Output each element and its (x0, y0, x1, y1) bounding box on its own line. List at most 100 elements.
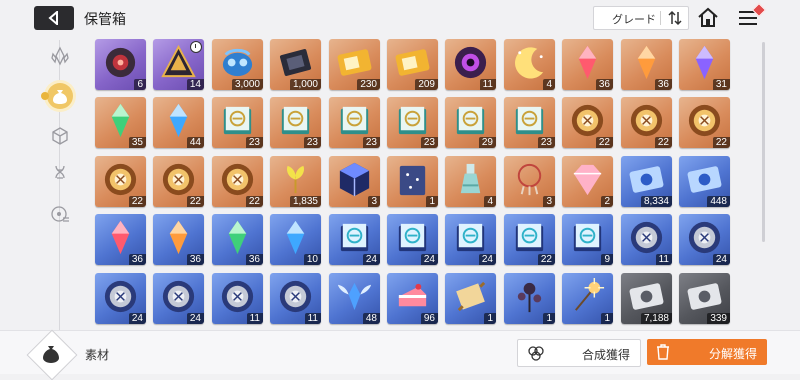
item-quantity: 1 (601, 313, 613, 324)
inventory-slot[interactable]: 11 (445, 39, 496, 90)
inventory-slot[interactable]: 23 (504, 97, 555, 148)
decompose-acquire-button[interactable]: 分解獲得 (647, 339, 767, 365)
inventory-slot[interactable]: 1 (562, 273, 613, 324)
inventory-slot[interactable]: 36 (95, 214, 146, 265)
inventory-slot[interactable]: 48 (329, 273, 380, 324)
item-quantity: 44 (186, 137, 204, 148)
inventory-slot[interactable]: 11 (212, 273, 263, 324)
inventory-slot[interactable]: 1 (504, 273, 555, 324)
inventory-slot[interactable]: 1,000 (270, 39, 321, 90)
inventory-slot[interactable]: 24 (679, 214, 730, 265)
gold-ticket-icon (337, 49, 372, 76)
item-quantity: 22 (537, 254, 555, 265)
inventory-slot[interactable]: 22 (562, 97, 613, 148)
item-quantity: 22 (186, 196, 204, 207)
disc-icon (51, 206, 69, 222)
inventory-slot[interactable]: 22 (153, 156, 204, 207)
inventory-slot[interactable]: 23 (387, 97, 438, 148)
crystal-icon (51, 46, 69, 66)
inventory-slot[interactable]: 24 (445, 214, 496, 265)
inventory-slot[interactable]: 2 (562, 156, 613, 207)
back-button[interactable] (34, 6, 74, 30)
back-arrow-icon (48, 11, 58, 25)
flower-icon (517, 282, 542, 313)
item-quantity: 3,000 (231, 79, 263, 90)
inventory-slot[interactable]: 9 (562, 214, 613, 265)
compose-acquire-button[interactable]: 合成獲得 (517, 339, 641, 367)
item-quantity: 1,835 (289, 196, 321, 207)
blue-medal-icon (104, 280, 137, 313)
inventory-slot[interactable]: 22 (679, 97, 730, 148)
inventory-slot[interactable]: 22 (504, 214, 555, 265)
inventory-slot[interactable]: 10 (270, 214, 321, 265)
inventory-slot[interactable]: 339 (679, 273, 730, 324)
inventory-slot[interactable]: 11 (270, 273, 321, 324)
inventory-slot[interactable]: 36 (562, 39, 613, 90)
divider (660, 11, 661, 25)
inventory-slot[interactable]: 24 (95, 273, 146, 324)
inventory-slot[interactable]: 1 (445, 273, 496, 324)
inventory-slot[interactable]: 31 (679, 39, 730, 90)
inventory-slot[interactable]: 36 (153, 214, 204, 265)
inventory-slot[interactable]: 29 (445, 97, 496, 148)
compose-acquire-label: 合成獲得 (581, 348, 630, 362)
pink-gem-icon (573, 164, 602, 196)
inventory-slot[interactable]: 1 (387, 156, 438, 207)
inventory-slot[interactable]: 23 (270, 97, 321, 148)
inventory-slot[interactable]: 8,334 (621, 156, 672, 207)
pouch-icon-bubble (47, 83, 73, 109)
inventory-slot[interactable]: 14 (153, 39, 204, 90)
inventory-slot[interactable]: 22 (621, 97, 672, 148)
inventory-slot[interactable]: 36 (212, 214, 263, 265)
inventory-slot[interactable]: 22 (95, 156, 146, 207)
inventory-slot[interactable]: 35 (95, 97, 146, 148)
gear-medal-icon (688, 104, 721, 137)
inventory-slot[interactable]: 3 (504, 156, 555, 207)
sidebar-item-crystal[interactable] (46, 42, 74, 70)
inventory-slot[interactable]: 6 (95, 39, 146, 90)
blue-medal-icon (630, 221, 663, 254)
item-quantity: 29 (478, 137, 496, 148)
dark-core-icon (105, 47, 136, 78)
inventory-slot[interactable]: 24 (329, 214, 380, 265)
inventory-slot[interactable]: 24 (153, 273, 204, 324)
inventory-slot[interactable]: 96 (387, 273, 438, 324)
sidebar-item-materials[interactable] (41, 82, 74, 110)
item-quantity: 23 (420, 137, 438, 148)
inventory-slot[interactable]: 3 (329, 156, 380, 207)
inventory-slot[interactable]: 448 (679, 156, 730, 207)
gold-book-icon (515, 106, 544, 135)
sidebar-item-cube[interactable] (46, 122, 74, 150)
inventory-slot[interactable]: 22 (212, 156, 263, 207)
grade-sort-button[interactable]: グレード (593, 6, 689, 30)
sparkler-icon (575, 277, 605, 311)
inventory-slot[interactable]: 24 (387, 214, 438, 265)
inventory-slot[interactable]: 44 (153, 97, 204, 148)
inventory-slot[interactable]: 1,835 (270, 156, 321, 207)
inventory-slot[interactable]: 23 (212, 97, 263, 148)
home-icon[interactable] (696, 6, 720, 30)
inventory-slot[interactable]: 7,188 (621, 273, 672, 324)
inventory-slot[interactable]: 4 (445, 156, 496, 207)
inventory-slot[interactable]: 209 (387, 39, 438, 90)
item-quantity: 23 (303, 137, 321, 148)
blue-book-icon (398, 223, 427, 252)
grade-sort-label: グレード (612, 14, 656, 26)
wing-crystal-icon (337, 282, 372, 311)
trash-icon (657, 344, 669, 360)
inventory-slot[interactable]: 36 (621, 39, 672, 90)
item-quantity: 1 (426, 196, 438, 207)
item-quantity: 24 (478, 254, 496, 265)
sidebar-item-dna[interactable] (46, 160, 74, 188)
gear-medal-icon (221, 163, 254, 196)
inventory-slot[interactable]: 11 (621, 214, 672, 265)
inventory-scrollbar[interactable] (762, 42, 765, 242)
star-book-icon (399, 165, 426, 196)
inventory-slot[interactable]: 4 (504, 39, 555, 90)
blue-mask-icon (222, 48, 253, 77)
sidebar-item-disc[interactable] (46, 200, 74, 228)
inventory-slot[interactable]: 230 (329, 39, 380, 90)
inventory-slot[interactable]: 3,000 (212, 39, 263, 90)
inventory-slot[interactable]: 23 (329, 97, 380, 148)
item-quantity: 209 (415, 79, 438, 90)
